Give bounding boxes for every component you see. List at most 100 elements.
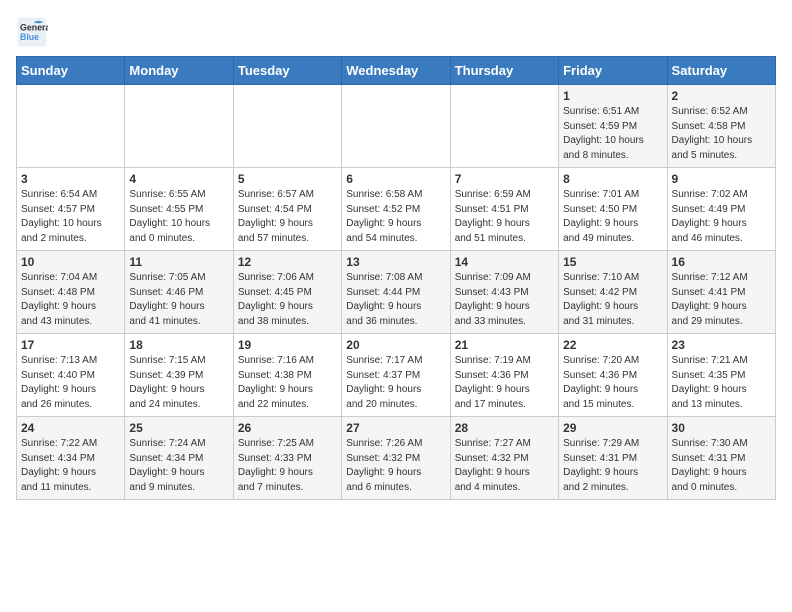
day-number: 15: [563, 255, 662, 269]
day-detail: Sunrise: 7:25 AM Sunset: 4:33 PM Dayligh…: [238, 437, 337, 495]
day-detail: Sunrise: 7:27 AM Sunset: 4:32 PM Dayligh…: [455, 437, 554, 495]
calendar-cell: 4 Sunrise: 6:55 AM Sunset: 4:55 PM Daylig…: [125, 168, 233, 251]
svg-text:Blue: Blue: [20, 32, 39, 42]
day-number: 3: [21, 172, 120, 186]
calendar-cell: [17, 85, 125, 168]
logo-icon: General Blue: [16, 16, 48, 48]
day-number: 1: [563, 89, 662, 103]
day-number: 11: [129, 255, 228, 269]
day-detail: Sunrise: 6:58 AM Sunset: 4:52 PM Dayligh…: [346, 188, 445, 246]
day-number: 2: [672, 89, 771, 103]
calendar-cell: 9 Sunrise: 7:02 AM Sunset: 4:49 PM Daylig…: [667, 168, 775, 251]
calendar-cell: 22 Sunrise: 7:20 AM Sunset: 4:36 PM Dayli…: [559, 334, 667, 417]
calendar-cell: [342, 85, 450, 168]
day-detail: Sunrise: 7:02 AM Sunset: 4:49 PM Dayligh…: [672, 188, 771, 246]
calendar-cell: [450, 85, 558, 168]
day-number: 17: [21, 338, 120, 352]
calendar-cell: 3 Sunrise: 6:54 AM Sunset: 4:57 PM Daylig…: [17, 168, 125, 251]
day-detail: Sunrise: 7:29 AM Sunset: 4:31 PM Dayligh…: [563, 437, 662, 495]
day-detail: Sunrise: 7:24 AM Sunset: 4:34 PM Dayligh…: [129, 437, 228, 495]
day-number: 22: [563, 338, 662, 352]
day-detail: Sunrise: 7:06 AM Sunset: 4:45 PM Dayligh…: [238, 271, 337, 329]
day-detail: Sunrise: 7:16 AM Sunset: 4:38 PM Dayligh…: [238, 354, 337, 412]
calendar-cell: 5Sunrise: 6:57 AM Sunset: 4:54 PM Daylig…: [233, 168, 341, 251]
day-detail: Sunrise: 7:09 AM Sunset: 4:43 PM Dayligh…: [455, 271, 554, 329]
day-detail: Sunrise: 7:15 AM Sunset: 4:39 PM Dayligh…: [129, 354, 228, 412]
day-number: 12: [238, 255, 337, 269]
day-detail: Sunrise: 6:59 AM Sunset: 4:51 PM Dayligh…: [455, 188, 554, 246]
day-number: 4: [129, 172, 228, 186]
day-number: 10: [21, 255, 120, 269]
calendar-cell: 14 Sunrise: 7:09 AM Sunset: 4:43 PM Dayli…: [450, 251, 558, 334]
day-number: 6: [346, 172, 445, 186]
day-detail: Sunrise: 7:30 AM Sunset: 4:31 PM Dayligh…: [672, 437, 771, 495]
day-detail: Sunrise: 7:01 AM Sunset: 4:50 PM Dayligh…: [563, 188, 662, 246]
calendar-cell: 23 Sunrise: 7:21 AM Sunset: 4:35 PM Dayli…: [667, 334, 775, 417]
day-number: 7: [455, 172, 554, 186]
calendar-cell: 6 Sunrise: 6:58 AM Sunset: 4:52 PM Daylig…: [342, 168, 450, 251]
day-number: 30: [672, 421, 771, 435]
day-detail: Sunrise: 6:54 AM Sunset: 4:57 PM Dayligh…: [21, 188, 120, 246]
weekday-header: Sunday: [17, 57, 125, 85]
day-number: 9: [672, 172, 771, 186]
calendar-cell: 1 Sunrise: 6:51 AM Sunset: 4:59 PM Daylig…: [559, 85, 667, 168]
calendar-cell: 29 Sunrise: 7:29 AM Sunset: 4:31 PM Dayli…: [559, 417, 667, 500]
calendar-cell: 27Sunrise: 7:26 AM Sunset: 4:32 PM Dayli…: [342, 417, 450, 500]
day-number: 16: [672, 255, 771, 269]
day-number: 26: [238, 421, 337, 435]
day-number: 21: [455, 338, 554, 352]
day-number: 20: [346, 338, 445, 352]
calendar-cell: 2 Sunrise: 6:52 AM Sunset: 4:58 PM Daylig…: [667, 85, 775, 168]
day-detail: Sunrise: 7:21 AM Sunset: 4:35 PM Dayligh…: [672, 354, 771, 412]
day-detail: Sunrise: 7:10 AM Sunset: 4:42 PM Dayligh…: [563, 271, 662, 329]
calendar-week-row: 1 Sunrise: 6:51 AM Sunset: 4:59 PM Daylig…: [17, 85, 776, 168]
calendar-cell: 20Sunrise: 7:17 AM Sunset: 4:37 PM Dayli…: [342, 334, 450, 417]
calendar-cell: 19 Sunrise: 7:16 AM Sunset: 4:38 PM Dayli…: [233, 334, 341, 417]
calendar-cell: 24 Sunrise: 7:22 AM Sunset: 4:34 PM Dayli…: [17, 417, 125, 500]
calendar-week-row: 17Sunrise: 7:13 AM Sunset: 4:40 PM Dayli…: [17, 334, 776, 417]
day-detail: Sunrise: 7:05 AM Sunset: 4:46 PM Dayligh…: [129, 271, 228, 329]
header-area: General Blue: [16, 16, 776, 48]
day-detail: Sunrise: 7:22 AM Sunset: 4:34 PM Dayligh…: [21, 437, 120, 495]
weekday-header: Monday: [125, 57, 233, 85]
day-number: 14: [455, 255, 554, 269]
day-number: 29: [563, 421, 662, 435]
calendar-cell: 11 Sunrise: 7:05 AM Sunset: 4:46 PM Dayli…: [125, 251, 233, 334]
day-number: 24: [21, 421, 120, 435]
day-detail: Sunrise: 7:12 AM Sunset: 4:41 PM Dayligh…: [672, 271, 771, 329]
day-detail: Sunrise: 7:19 AM Sunset: 4:36 PM Dayligh…: [455, 354, 554, 412]
calendar-cell: 21 Sunrise: 7:19 AM Sunset: 4:36 PM Dayli…: [450, 334, 558, 417]
calendar-cell: 28Sunrise: 7:27 AM Sunset: 4:32 PM Dayli…: [450, 417, 558, 500]
weekday-header: Thursday: [450, 57, 558, 85]
day-detail: Sunrise: 7:04 AM Sunset: 4:48 PM Dayligh…: [21, 271, 120, 329]
calendar-cell: 13 Sunrise: 7:08 AM Sunset: 4:44 PM Dayli…: [342, 251, 450, 334]
calendar-cell: 12 Sunrise: 7:06 AM Sunset: 4:45 PM Dayli…: [233, 251, 341, 334]
calendar-week-row: 10 Sunrise: 7:04 AM Sunset: 4:48 PM Dayli…: [17, 251, 776, 334]
calendar-cell: 10 Sunrise: 7:04 AM Sunset: 4:48 PM Dayli…: [17, 251, 125, 334]
weekday-header: Wednesday: [342, 57, 450, 85]
calendar-cell: 16 Sunrise: 7:12 AM Sunset: 4:41 PM Dayli…: [667, 251, 775, 334]
calendar-cell: 15 Sunrise: 7:10 AM Sunset: 4:42 PM Dayli…: [559, 251, 667, 334]
calendar-cell: 8 Sunrise: 7:01 AM Sunset: 4:50 PM Daylig…: [559, 168, 667, 251]
weekday-header: Friday: [559, 57, 667, 85]
day-number: 23: [672, 338, 771, 352]
day-number: 13: [346, 255, 445, 269]
calendar-cell: 17Sunrise: 7:13 AM Sunset: 4:40 PM Dayli…: [17, 334, 125, 417]
svg-text:General: General: [20, 22, 48, 32]
weekday-header-row: SundayMondayTuesdayWednesdayThursdayFrid…: [17, 57, 776, 85]
day-number: 19: [238, 338, 337, 352]
day-detail: Sunrise: 6:52 AM Sunset: 4:58 PM Dayligh…: [672, 105, 771, 163]
calendar-cell: 25 Sunrise: 7:24 AM Sunset: 4:34 PM Dayli…: [125, 417, 233, 500]
day-detail: Sunrise: 7:08 AM Sunset: 4:44 PM Dayligh…: [346, 271, 445, 329]
weekday-header: Tuesday: [233, 57, 341, 85]
day-detail: Sunrise: 6:55 AM Sunset: 4:55 PM Dayligh…: [129, 188, 228, 246]
day-number: 27: [346, 421, 445, 435]
day-number: 8: [563, 172, 662, 186]
calendar-cell: 30 Sunrise: 7:30 AM Sunset: 4:31 PM Dayli…: [667, 417, 775, 500]
day-detail: Sunrise: 7:20 AM Sunset: 4:36 PM Dayligh…: [563, 354, 662, 412]
day-detail: Sunrise: 6:51 AM Sunset: 4:59 PM Dayligh…: [563, 105, 662, 163]
weekday-header: Saturday: [667, 57, 775, 85]
day-number: 25: [129, 421, 228, 435]
logo: General Blue: [16, 16, 52, 48]
calendar-cell: 18Sunrise: 7:15 AM Sunset: 4:39 PM Dayli…: [125, 334, 233, 417]
